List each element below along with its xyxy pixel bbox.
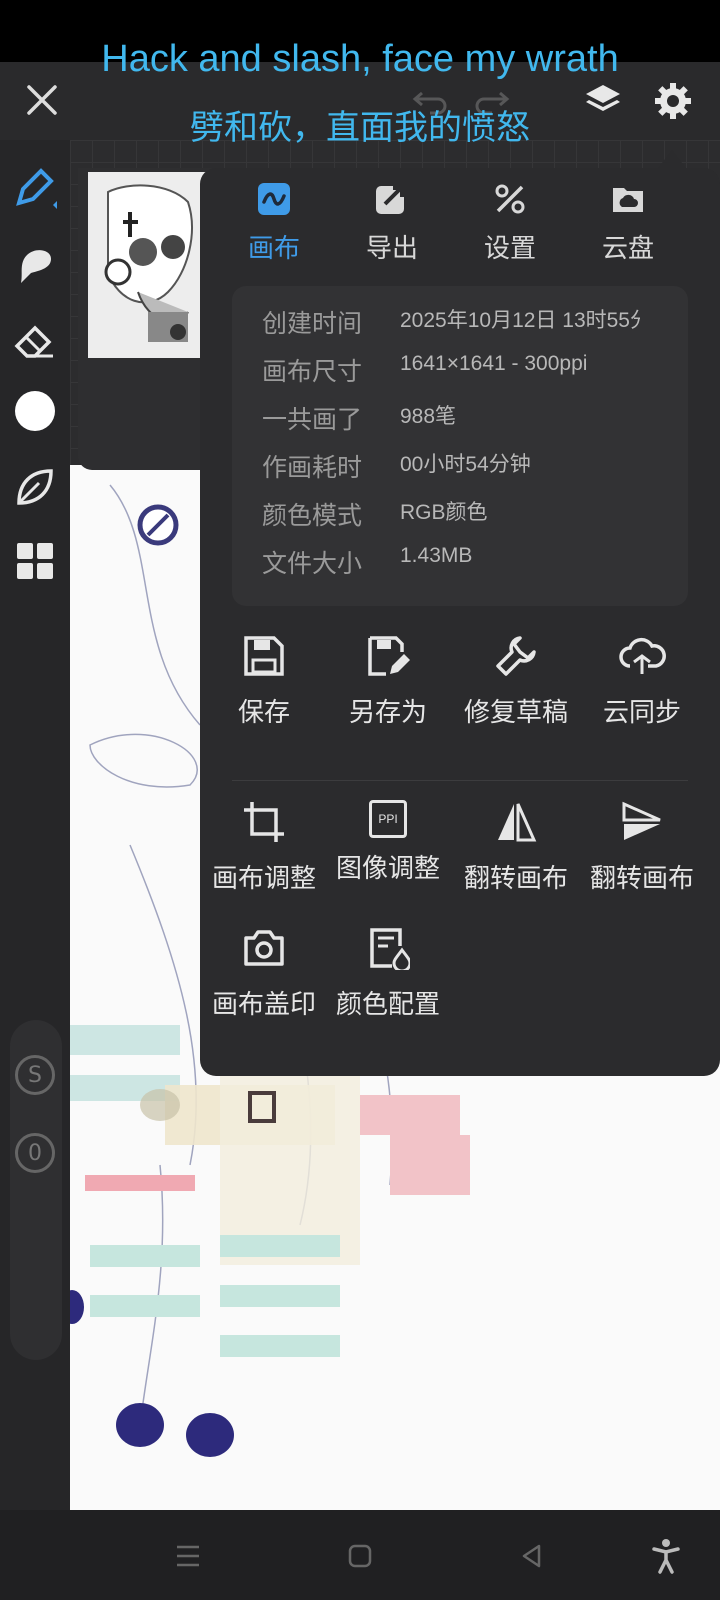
info-row-strokes: 一共画了 988笔	[262, 400, 682, 440]
tab-settings[interactable]: 设置	[450, 182, 570, 265]
canvas-thumbnail[interactable]	[88, 172, 206, 358]
info-row-file-size: 文件大小 1.43MB	[262, 544, 682, 584]
tab-canvas[interactable]: 画布	[214, 182, 334, 265]
canvas-thumbnail-panel	[78, 168, 218, 470]
color-icon	[15, 391, 55, 431]
cloud-drive-icon	[613, 188, 643, 212]
grid-tool[interactable]	[10, 536, 60, 586]
info-key: 一共画了	[262, 405, 363, 434]
color-config-button[interactable]: 颜色配置	[324, 926, 452, 1021]
info-value: 988笔	[400, 405, 457, 428]
info-key: 创建时间	[262, 309, 363, 338]
info-value: 1.43MB	[400, 544, 473, 567]
info-value: 2025年10月12日 13时55分	[400, 309, 640, 330]
canvas-menu: 画布 导出 设置 云盘 创建时间 2025年10月12日 13时55分 画布尺寸…	[200, 168, 720, 1076]
save-as-button[interactable]: 另存为	[324, 634, 452, 729]
menu-pointer	[658, 150, 686, 168]
save-button[interactable]: 保存	[200, 634, 328, 729]
leaf-icon	[17, 469, 53, 505]
info-key: 颜色模式	[262, 501, 363, 530]
size-indicator[interactable]: S	[10, 1050, 60, 1100]
info-row-size: 画布尺寸 1641×1641 - 300ppi	[262, 352, 682, 392]
ppi-badge: PPI	[378, 812, 398, 826]
repair-draft-label: 修复草稿	[463, 698, 568, 728]
brush-icon	[16, 168, 57, 209]
caption-chinese: 劈和砍，直面我的愤怒	[190, 108, 530, 148]
canvas-stamp-button[interactable]: 画布盖印	[200, 926, 328, 1021]
eraser-icon	[14, 325, 53, 358]
info-value: 1641×1641 - 300ppi	[400, 352, 588, 375]
info-row-color-mode: 颜色模式 RGB颜色	[262, 496, 682, 536]
smudge-icon	[21, 250, 51, 283]
menu-icon	[177, 1545, 199, 1567]
save-icon	[244, 636, 284, 676]
nav-home-button[interactable]	[340, 1536, 380, 1576]
settings-tools-icon	[495, 184, 525, 214]
flip-vertical-icon	[622, 801, 661, 840]
tab-cloud-label: 云盘	[601, 234, 654, 264]
thumbnail-sketch	[88, 172, 206, 358]
opacity-indicator-label: 0	[15, 1133, 55, 1173]
canvas-adjust-label: 画布调整	[211, 864, 316, 894]
flip-vertical-label: 翻转画布	[589, 864, 694, 894]
flip-horizontal-label: 翻转画布	[463, 864, 568, 894]
info-row-created: 创建时间 2025年10月12日 13时55分	[262, 304, 682, 344]
color-config-label: 颜色配置	[335, 990, 440, 1020]
save-as-label: 另存为	[348, 698, 427, 728]
image-adjust-label: 图像调整	[335, 854, 440, 884]
image-adjust-button[interactable]: PPI 图像调整	[324, 800, 452, 885]
save-label: 保存	[237, 698, 290, 728]
info-value: 00小时54分钟	[400, 453, 531, 476]
repair-icon	[496, 636, 536, 676]
eraser-tool[interactable]	[10, 315, 60, 365]
save-as-icon	[368, 636, 410, 676]
accessibility-icon	[652, 1539, 680, 1574]
color-picker[interactable]	[10, 386, 60, 436]
ppi-icon: PPI	[369, 800, 407, 838]
cloud-sync-icon	[619, 637, 666, 674]
home-icon	[348, 1544, 372, 1568]
info-row-time: 作画耗时 00小时54分钟	[262, 448, 682, 488]
crop-icon	[244, 802, 284, 842]
grid-icon	[17, 543, 53, 579]
info-key: 作画耗时	[262, 453, 363, 482]
cloud-sync-button[interactable]: 云同步	[578, 634, 706, 729]
caption-english: Hack and slash, face my wrath	[101, 38, 619, 80]
tab-export[interactable]: 导出	[332, 182, 452, 265]
info-key: 画布尺寸	[262, 357, 363, 386]
smudge-tool[interactable]	[10, 240, 60, 290]
flip-horizontal-icon	[498, 803, 537, 842]
cloud-sync-label: 云同步	[602, 698, 681, 728]
nav-back-button[interactable]	[512, 1536, 552, 1576]
info-key: 文件大小	[262, 549, 363, 578]
tab-canvas-label: 画布	[247, 234, 300, 264]
accessibility-button[interactable]	[646, 1534, 686, 1578]
back-icon	[522, 1544, 541, 1568]
flip-horizontal-button[interactable]: 翻转画布	[452, 800, 580, 895]
canvas-icon	[258, 183, 290, 215]
nav-menu-button[interactable]	[168, 1536, 208, 1576]
repair-draft-button[interactable]: 修复草稿	[452, 634, 580, 729]
export-icon	[376, 186, 404, 214]
brush-tool[interactable]	[10, 162, 60, 212]
info-value: RGB颜色	[400, 501, 488, 524]
size-indicator-label: S	[15, 1055, 55, 1095]
camera-icon	[244, 930, 284, 966]
color-config-icon	[370, 928, 412, 973]
left-toolbar: S 0	[0, 140, 70, 1510]
leaf-tool[interactable]	[10, 462, 60, 512]
system-nav-bar	[0, 1510, 720, 1600]
canvas-adjust-button[interactable]: 画布调整	[200, 800, 328, 895]
canvas-info-card: 创建时间 2025年10月12日 13时55分 画布尺寸 1641×1641 -…	[232, 286, 688, 606]
opacity-indicator[interactable]: 0	[10, 1128, 60, 1178]
menu-divider	[232, 780, 688, 781]
tab-export-label: 导出	[365, 234, 418, 264]
tab-cloud[interactable]: 云盘	[568, 182, 688, 265]
tab-settings-label: 设置	[483, 234, 536, 264]
flip-vertical-button[interactable]: 翻转画布	[578, 800, 706, 895]
canvas-stamp-label: 画布盖印	[211, 990, 316, 1020]
